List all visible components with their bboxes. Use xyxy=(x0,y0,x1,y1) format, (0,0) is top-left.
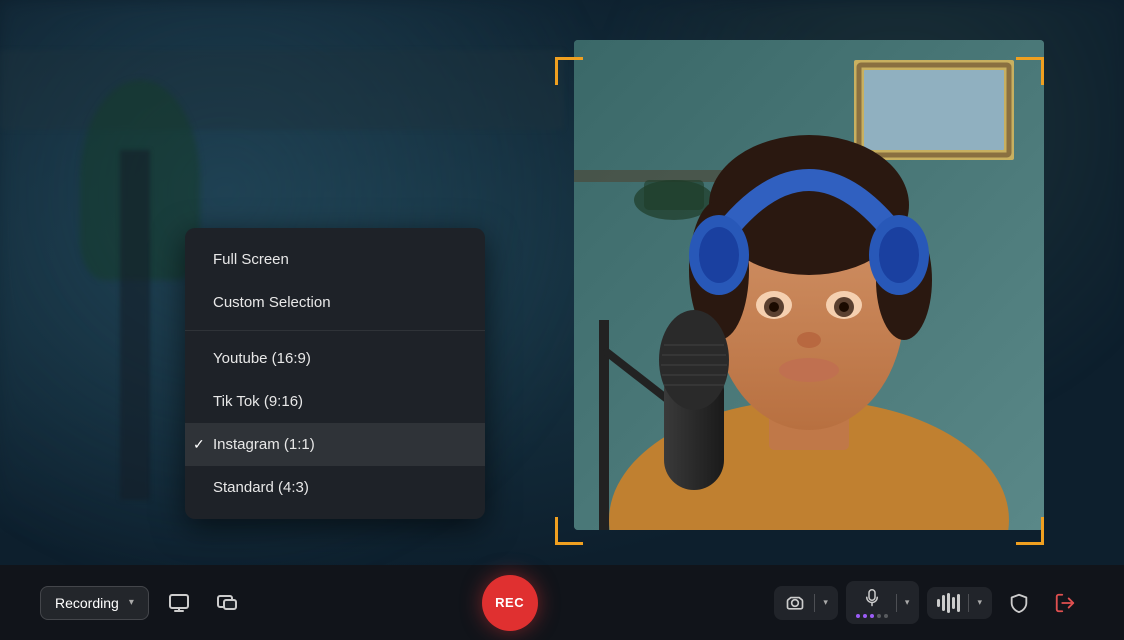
chevron-down-icon: ▾ xyxy=(129,597,134,608)
window-layout-button[interactable] xyxy=(209,585,245,621)
toolbar: Recording ▾ REC xyxy=(0,565,1124,640)
wave-bar-1 xyxy=(937,599,940,607)
bracket-bottom-right xyxy=(1016,517,1044,545)
menu-item-tiktok-label: Tik Tok (9:16) xyxy=(213,393,303,410)
audio-divider xyxy=(968,594,969,612)
mic-control-group[interactable]: ▾ xyxy=(846,581,920,624)
screen-layout-button[interactable] xyxy=(161,585,197,621)
shelf-decoration xyxy=(0,50,564,130)
wave-bar-3 xyxy=(947,593,950,613)
menu-item-full-screen[interactable]: ✓ Full Screen xyxy=(185,238,485,281)
wave-bar-5 xyxy=(957,594,960,612)
mic-dot-3 xyxy=(870,614,874,618)
window-icon xyxy=(215,591,239,615)
menu-item-custom-selection[interactable]: ✓ Custom Selection xyxy=(185,281,485,324)
exit-button[interactable] xyxy=(1046,584,1084,622)
audio-caret-icon: ▾ xyxy=(977,597,982,608)
rec-button[interactable]: REC xyxy=(482,575,538,631)
mic-dot-2 xyxy=(863,614,867,618)
recording-mode-label: Recording xyxy=(55,595,119,611)
camera-caret-icon: ▾ xyxy=(823,597,828,608)
menu-item-youtube-label: Youtube (16:9) xyxy=(213,350,311,367)
video-scene-svg xyxy=(574,40,1044,530)
camera-divider xyxy=(814,594,815,612)
menu-separator-1 xyxy=(185,330,485,331)
bracket-top-right xyxy=(1016,57,1044,85)
bracket-top-left xyxy=(555,57,583,85)
menu-item-instagram-label: Instagram (1:1) xyxy=(213,436,315,453)
toolbar-left: Recording ▾ xyxy=(40,585,245,621)
mic-dot-4 xyxy=(877,614,881,618)
aspect-ratio-dropdown: ✓ Full Screen ✓ Custom Selection ✓ Youtu… xyxy=(185,228,485,519)
menu-item-instagram[interactable]: ✓ Instagram (1:1) xyxy=(185,423,485,466)
menu-item-custom-selection-label: Custom Selection xyxy=(213,294,331,311)
waveform-icon xyxy=(937,593,960,613)
rec-label: REC xyxy=(495,595,524,610)
video-preview xyxy=(574,40,1044,530)
mic-caret-icon: ▾ xyxy=(905,597,910,608)
shield-button[interactable] xyxy=(1000,584,1038,622)
mic-dot-5 xyxy=(884,614,888,618)
microphone-icon xyxy=(861,587,883,609)
bracket-bottom-left xyxy=(555,517,583,545)
check-icon-instagram: ✓ xyxy=(193,436,205,453)
menu-item-standard[interactable]: ✓ Standard (4:3) xyxy=(185,466,485,509)
menu-item-full-screen-label: Full Screen xyxy=(213,251,289,268)
mic-dots xyxy=(856,614,888,618)
screen-icon xyxy=(167,591,191,615)
mic-divider xyxy=(896,594,897,612)
menu-item-standard-label: Standard (4:3) xyxy=(213,479,309,496)
mic-dot-1 xyxy=(856,614,860,618)
camera-icon xyxy=(784,592,806,614)
wave-bar-2 xyxy=(942,595,945,611)
shield-icon xyxy=(1008,592,1030,614)
exit-icon xyxy=(1054,592,1076,614)
wave-bar-4 xyxy=(952,597,955,609)
camera-control-group[interactable]: ▾ xyxy=(774,586,838,620)
menu-item-youtube[interactable]: ✓ Youtube (16:9) xyxy=(185,337,485,380)
toolbar-right: ▾ ▾ xyxy=(774,581,1084,624)
recording-mode-dropdown[interactable]: Recording ▾ xyxy=(40,586,149,620)
audio-control-group[interactable]: ▾ xyxy=(927,587,992,619)
menu-item-tiktok[interactable]: ✓ Tik Tok (9:16) xyxy=(185,380,485,423)
stand-decoration xyxy=(120,150,150,500)
